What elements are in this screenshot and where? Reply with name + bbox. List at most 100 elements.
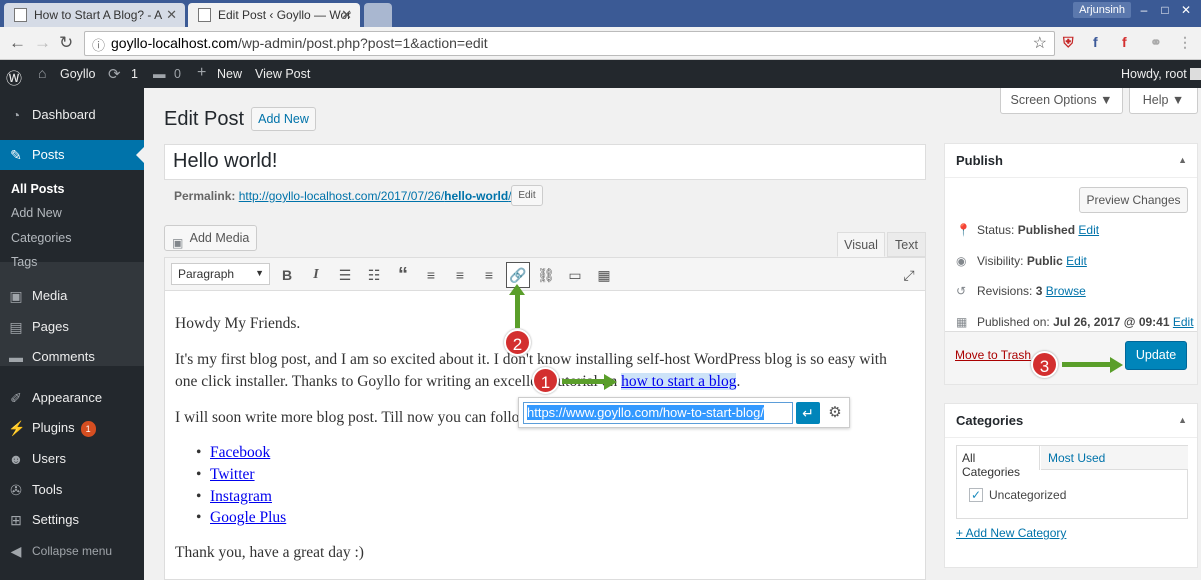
- publish-actions: Move to Trash Update: [945, 331, 1197, 384]
- comments-icon[interactable]: ▬: [153, 67, 166, 81]
- media-icon: ▣: [172, 236, 184, 250]
- page-icon: [14, 8, 27, 22]
- editor-toolbar: Paragraph ▼ B I ☰ ☷ “ ≡ ≡ ≡ 🔗 ⛓ ▭ ▦ ⤢: [164, 257, 926, 291]
- link-url-input[interactable]: https://www.goyllo.com/how-to-start-blog…: [523, 402, 793, 424]
- read-more-icon[interactable]: ▭: [565, 265, 585, 285]
- publish-box-header[interactable]: Publish ▲: [945, 144, 1197, 178]
- new-tab-button[interactable]: [364, 3, 392, 27]
- numbered-list-icon[interactable]: ☷: [364, 265, 384, 285]
- minimize-icon[interactable]: –: [1135, 3, 1153, 17]
- permalink: Permalink: http://goyllo-localhost.com/2…: [174, 189, 512, 203]
- add-new-button[interactable]: Add New: [251, 107, 316, 131]
- sidebar-item-tools[interactable]: ✇ Tools: [0, 475, 144, 505]
- howdy-user[interactable]: Howdy, root: [1121, 67, 1187, 81]
- maximize-icon[interactable]: □: [1156, 3, 1174, 17]
- align-center-icon[interactable]: ≡: [450, 265, 470, 285]
- bold-icon[interactable]: B: [277, 265, 297, 285]
- preview-changes-button[interactable]: Preview Changes: [1079, 187, 1188, 213]
- tab-text[interactable]: Text: [887, 232, 926, 257]
- browser-tab-2[interactable]: Edit Post ‹ Goyllo — Wor ✕: [188, 3, 360, 27]
- link-extension-icon[interactable]: ⚭: [1150, 34, 1162, 51]
- italic-icon[interactable]: I: [306, 265, 326, 285]
- back-icon[interactable]: ←: [9, 33, 26, 53]
- gear-icon[interactable]: ⚙: [824, 402, 846, 424]
- history-icon: ↺: [956, 284, 967, 298]
- menu-icon[interactable]: ⋮: [1178, 34, 1192, 51]
- address-bar[interactable]: ⓘ goyllo-localhost.com/wp-admin/post.php…: [84, 31, 1055, 56]
- collapse-menu-button[interactable]: ◀ Collapse menu: [0, 536, 144, 566]
- paragraph: I will soon write more blog post. Till n…: [175, 409, 520, 426]
- tab-all-categories[interactable]: All Categories: [957, 446, 1040, 479]
- format-select[interactable]: Paragraph ▼: [171, 263, 270, 285]
- avatar[interactable]: [1190, 68, 1201, 80]
- help-button[interactable]: Help ▼: [1129, 88, 1198, 114]
- collapse-icon: ◀: [10, 543, 22, 559]
- unlink-icon[interactable]: ⛓: [536, 265, 556, 285]
- collapse-arrow-icon[interactable]: ▲: [1178, 415, 1187, 425]
- shield-extension-icon[interactable]: ⛨: [1063, 34, 1074, 51]
- visibility-edit-link[interactable]: Edit: [1066, 254, 1087, 268]
- wordpress-logo-icon[interactable]: Ⓦ: [6, 65, 22, 89]
- date-edit-link[interactable]: Edit: [1173, 315, 1194, 329]
- add-new-category-link[interactable]: + Add New Category: [956, 526, 1066, 540]
- submenu-tags[interactable]: Tags: [0, 255, 144, 269]
- submenu-add-new[interactable]: Add New: [0, 206, 144, 220]
- sidebar-item-dashboard[interactable]: ◔ Dashboard: [0, 100, 144, 130]
- close-icon[interactable]: ✕: [341, 7, 352, 23]
- revisions-row: ↺ Revisions: 3 Browse: [956, 284, 1086, 298]
- sidebar-item-settings[interactable]: ⊞ Settings: [0, 505, 144, 535]
- annotation-1: 1: [532, 367, 559, 394]
- blockquote-icon[interactable]: “: [393, 265, 413, 285]
- sidebar-item-media[interactable]: ▣ Media: [0, 281, 144, 311]
- close-icon[interactable]: ✕: [166, 7, 177, 23]
- view-post-link[interactable]: View Post: [255, 67, 310, 81]
- window-close-icon[interactable]: ✕: [1177, 3, 1195, 17]
- users-icon: ☻: [8, 451, 24, 467]
- tab-most-used[interactable]: Most Used: [1041, 446, 1188, 470]
- sidebar-item-pages[interactable]: ▤ Pages: [0, 312, 144, 342]
- align-left-icon[interactable]: ≡: [421, 265, 441, 285]
- add-media-button[interactable]: ▣ Add Media: [164, 225, 257, 251]
- toolbar-toggle-icon[interactable]: ▦: [594, 265, 614, 285]
- sidebar-item-comments[interactable]: ▬ Comments: [0, 342, 144, 372]
- sidebar-item-appearance[interactable]: ✐ Appearance: [0, 383, 144, 413]
- star-icon[interactable]: ☆: [1033, 33, 1047, 53]
- browser-tab-1[interactable]: How to Start A Blog? - A ✕: [4, 3, 185, 27]
- site-name-link[interactable]: Goyllo: [60, 67, 95, 81]
- sidebar-item-posts[interactable]: ✎ Posts: [0, 140, 144, 170]
- status-edit-link[interactable]: Edit: [1078, 223, 1099, 237]
- categories-box-header[interactable]: Categories ▲: [945, 404, 1197, 438]
- list-item: Facebook: [196, 444, 270, 462]
- updates-icon[interactable]: ⟳: [108, 65, 121, 83]
- new-content-link[interactable]: New: [217, 67, 242, 81]
- arrow-up-icon: [509, 284, 525, 295]
- browse-revisions-link[interactable]: Browse: [1046, 284, 1086, 298]
- update-button[interactable]: Update: [1125, 341, 1187, 370]
- forward-icon[interactable]: →: [34, 33, 51, 53]
- permalink-edit-button[interactable]: Edit: [511, 185, 543, 206]
- editor-content[interactable]: Howdy My Friends. It's my first blog pos…: [164, 291, 926, 580]
- categories-panel: All Categories Most Used ✓ Uncategorized: [956, 445, 1188, 519]
- flipboard-extension-icon[interactable]: f: [1122, 34, 1127, 50]
- move-to-trash-link[interactable]: Move to Trash: [955, 348, 1031, 362]
- sidebar-item-plugins[interactable]: ⚡ Plugins 1: [0, 413, 144, 443]
- submenu-categories[interactable]: Categories: [0, 231, 144, 245]
- paragraph: one click installer. Thanks to Goyllo fo…: [175, 373, 741, 390]
- selected-link[interactable]: how to start a blog: [621, 373, 737, 390]
- bullet-list-icon[interactable]: ☰: [335, 265, 355, 285]
- browser-tab-bar: How to Start A Blog? - A ✕ Edit Post ‹ G…: [0, 0, 1201, 27]
- wp-admin-bar: Ⓦ ⌂ Goyllo ⟳ 1 ▬ 0 + New View Post Howdy…: [0, 60, 1201, 88]
- screen-options-button[interactable]: Screen Options ▼: [1000, 88, 1123, 114]
- collapse-arrow-icon[interactable]: ▲: [1178, 155, 1187, 165]
- submenu-all-posts[interactable]: All Posts: [0, 182, 144, 196]
- permalink-link[interactable]: http://goyllo-localhost.com/2017/07/26/h…: [239, 189, 512, 203]
- facebook-extension-icon[interactable]: f: [1093, 34, 1098, 50]
- post-title-input[interactable]: Hello world!: [164, 144, 926, 180]
- align-right-icon[interactable]: ≡: [479, 265, 499, 285]
- tab-visual[interactable]: Visual: [837, 232, 885, 257]
- sidebar-item-users[interactable]: ☻ Users: [0, 444, 144, 474]
- category-checkbox[interactable]: ✓: [969, 488, 983, 502]
- reload-icon[interactable]: ↻: [59, 33, 73, 53]
- fullscreen-icon[interactable]: ⤢: [899, 265, 919, 285]
- apply-link-button[interactable]: ↵: [796, 402, 820, 424]
